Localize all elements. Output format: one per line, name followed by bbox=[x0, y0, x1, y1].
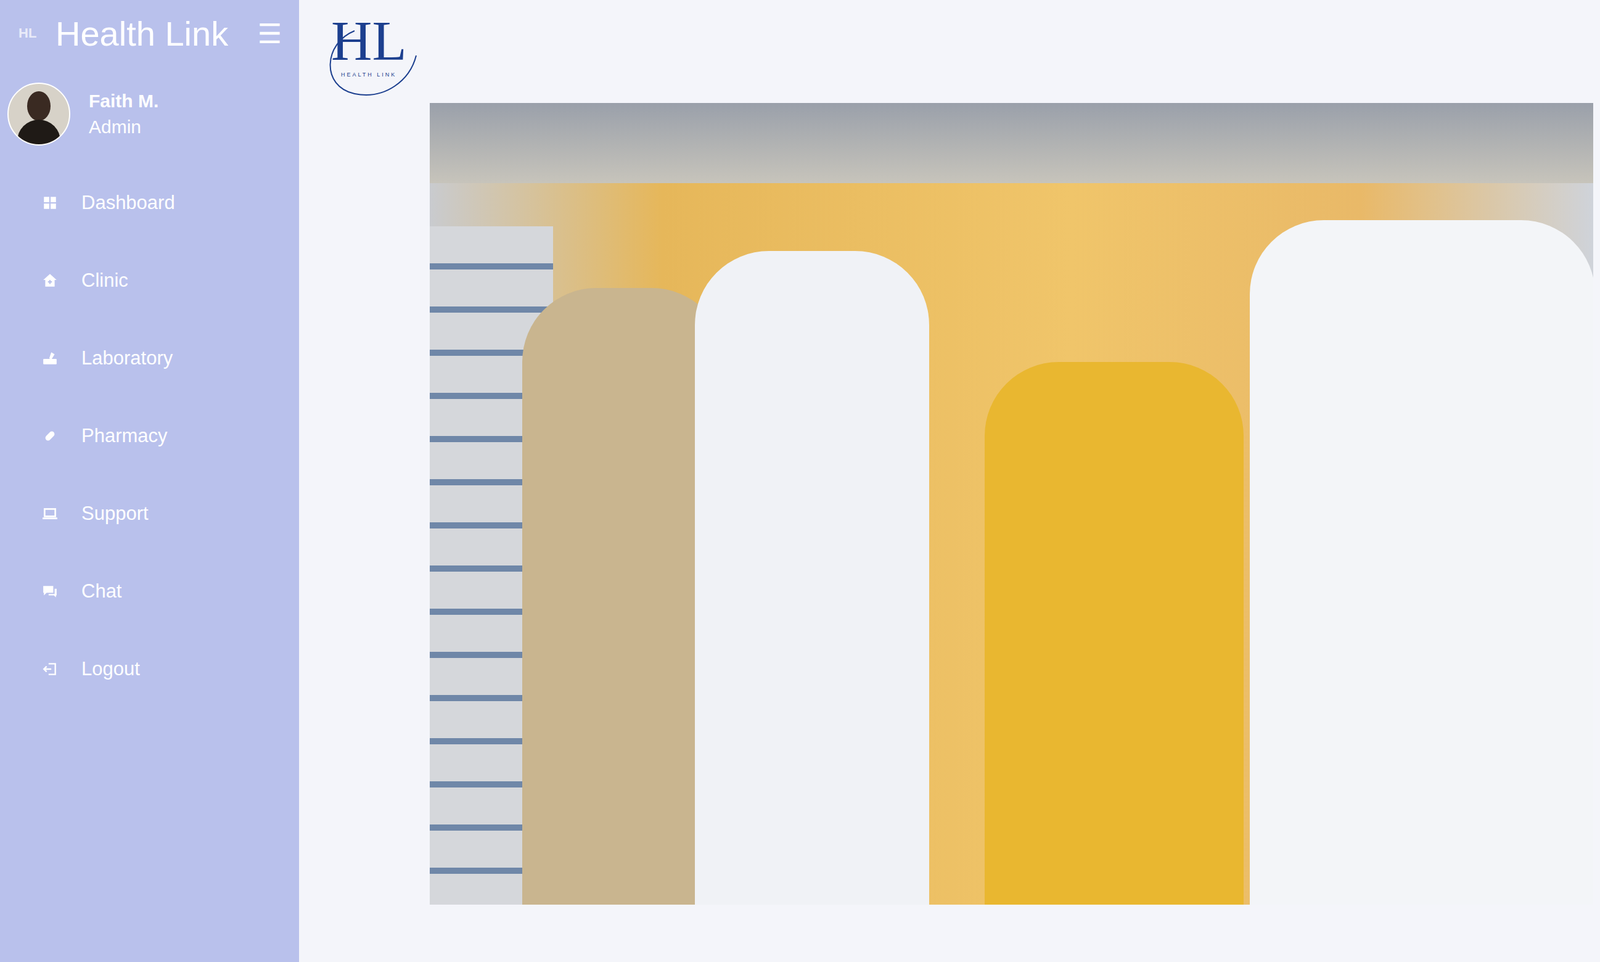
sidebar-item[interactable]: Chat bbox=[0, 552, 300, 631]
user-name: Faith M. bbox=[88, 88, 159, 115]
sidebar-item[interactable]: Logout bbox=[0, 630, 300, 708]
avatar-photo bbox=[7, 82, 71, 146]
brand-mark: HL bbox=[18, 25, 56, 42]
sidebar-item-label: Support bbox=[81, 502, 149, 525]
hero-photo bbox=[429, 102, 1594, 905]
sidebar-brand: HLHealth Link☰ bbox=[0, 0, 300, 58]
sidebar-nav: Dashboard Clinic Laboratory Pharmacy Support… bbox=[0, 145, 300, 708]
dashboard-icon bbox=[41, 194, 58, 211]
sidebar-item-label: Chat bbox=[81, 580, 122, 603]
laboratory-icon bbox=[41, 350, 58, 367]
logout-icon bbox=[41, 660, 58, 677]
sidebar-item-label: Dashboard bbox=[81, 191, 176, 214]
sidebar-item[interactable]: Clinic bbox=[0, 241, 300, 320]
sidebar-item[interactable]: Dashboard bbox=[0, 164, 300, 242]
logo-tagline: HEALTH LINK bbox=[340, 71, 397, 78]
user-profile: Faith M.Admin bbox=[0, 57, 300, 146]
brand-title: Health Link bbox=[55, 13, 253, 54]
menu-toggle-button[interactable]: ☰ bbox=[252, 17, 287, 50]
support-icon bbox=[41, 505, 58, 522]
app-page: HLHealth Link☰Faith M.AdminDashboardClin… bbox=[0, 0, 1600, 962]
sidebar: HLHealth Link☰Faith M.AdminDashboardClin… bbox=[0, 0, 300, 962]
sidebar-item-label: Clinic bbox=[81, 269, 129, 292]
chat-icon bbox=[41, 583, 58, 600]
main-content: HLHEALTH LINK bbox=[299, 0, 1600, 962]
sidebar-item[interactable]: Pharmacy bbox=[0, 397, 300, 475]
sidebar-item-label: Logout bbox=[81, 657, 140, 681]
sidebar-item[interactable]: Laboratory bbox=[0, 319, 300, 398]
sidebar-item[interactable]: Support bbox=[0, 474, 300, 553]
sidebar-item-label: Laboratory bbox=[81, 347, 173, 370]
pharmacy-icon bbox=[41, 427, 58, 444]
logo-initials: HL bbox=[331, 12, 407, 70]
sidebar-item-label: Pharmacy bbox=[81, 424, 168, 448]
user-role: Admin bbox=[88, 114, 159, 140]
health-link-logo: HLHEALTH LINK bbox=[317, 12, 429, 99]
clinic-icon bbox=[41, 272, 58, 289]
